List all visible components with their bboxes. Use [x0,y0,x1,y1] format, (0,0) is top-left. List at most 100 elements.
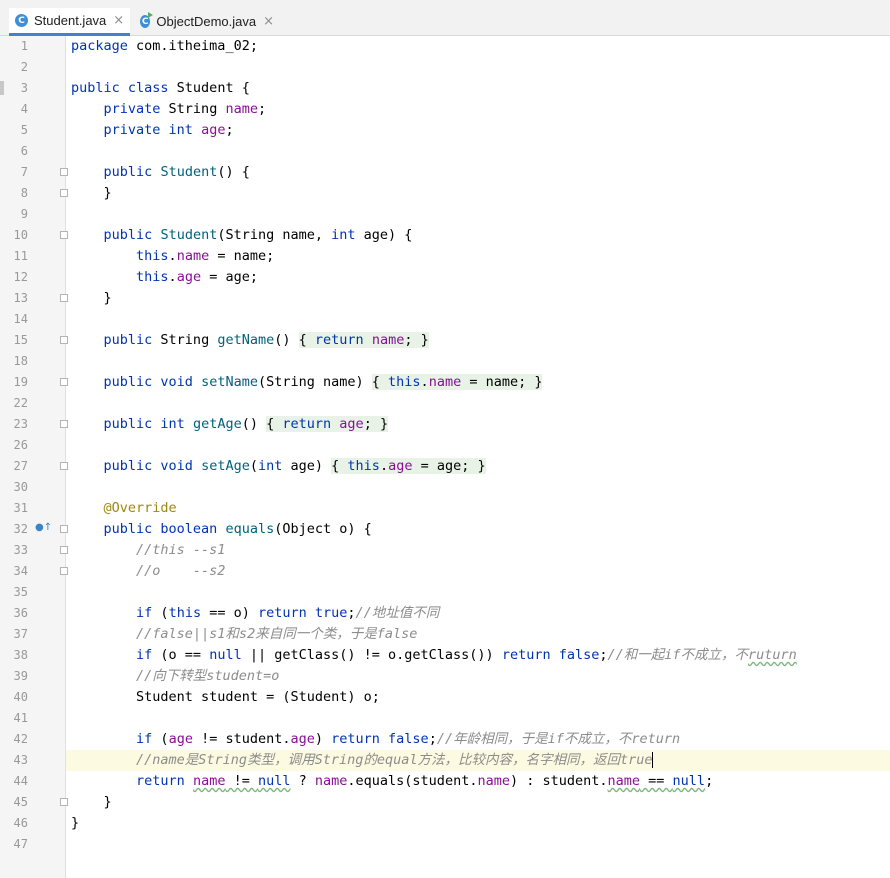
code-line: public class Student { [71,78,890,99]
line-number: 9 [20,207,28,221]
keyword: return false [501,647,600,663]
editor-tab-bar: C Student.java × C ObjectDemo.java × [0,0,890,36]
line-number: 18 [13,354,28,368]
code-text: ; } [363,416,389,432]
fold-marker[interactable] [60,567,68,575]
code-text: () [241,416,267,432]
code-text: Student student = (Student) o; [136,689,380,705]
code-line: public Student() { [71,162,890,183]
keyword: this [136,248,169,264]
code-text: age) [282,458,332,474]
punct: . [379,458,389,474]
line-number: 39 [13,669,28,683]
keyword: public class [71,80,169,96]
comment: //和一起if不成立，不 [607,647,749,663]
field: name [192,773,226,789]
keyword: return [282,416,332,432]
code-text: != student. [192,731,291,747]
code-text: (o == [152,647,210,663]
type: String [160,101,226,117]
fold-expand-marker[interactable] [60,336,68,344]
folded-body[interactable]: { this.name = name; } [371,374,543,390]
keyword: this [168,605,202,621]
line-number: 47 [13,837,28,851]
field: name [477,773,510,789]
fold-marker[interactable] [60,294,68,302]
punct: ; [225,122,234,138]
brace: } [103,794,112,810]
code-line: } [71,792,890,813]
keyword: this [347,458,380,474]
code-line: package com.itheima_02; [71,36,890,57]
keyword: int [257,458,283,474]
keyword: null [257,773,291,789]
code-text: = age; } [412,458,486,474]
code-text: || getClass() != o.getClass()) [241,647,502,663]
line-number: 6 [20,144,28,158]
code-line: } [71,288,890,309]
close-tab-icon[interactable]: × [263,14,274,29]
line-number: 46 [13,816,28,830]
fold-marker[interactable] [60,189,68,197]
code-line: if (this == o) return true;//地址值不同 [71,603,890,624]
line-number: 7 [20,165,28,179]
line-number: 23 [13,417,28,431]
fold-marker[interactable] [60,546,68,554]
fold-marker[interactable] [60,168,68,176]
code-line: if (o == null || getClass() != o.getClas… [71,645,890,666]
line-number: 31 [13,501,28,515]
line-number: 4 [20,102,28,116]
class-icon: C [15,14,28,27]
tab-label: Student.java [34,13,107,28]
fold-expand-marker[interactable] [60,378,68,386]
folded-body[interactable]: { this.age = age; } [331,458,486,474]
code-text: (String name, [217,227,332,243]
line-number: 35 [13,585,28,599]
keyword: public void [103,374,193,390]
field: name [225,101,258,117]
line-number: 5 [20,123,28,137]
line-number: 3 [20,81,28,95]
punct: ; [428,731,437,747]
keyword: int [331,227,356,243]
punct: . [420,374,429,390]
punct: ; [347,605,356,621]
close-tab-icon[interactable]: × [113,13,124,28]
code-text: ) : student. [509,773,608,789]
fold-expand-marker[interactable] [60,420,68,428]
fold-expand-marker[interactable] [60,462,68,470]
code-text: = age; [201,269,258,285]
line-number: 13 [13,291,28,305]
keyword: return true [257,605,348,621]
comment: //向下转型student=o [136,668,280,684]
folded-body[interactable]: { return name; } [298,332,429,348]
code-text: == [640,773,673,789]
line-number: 1 [20,39,28,53]
tab-student-java[interactable]: C Student.java × [9,8,130,36]
fold-marker[interactable] [60,525,68,533]
line-number: 11 [13,249,28,263]
code-line: if (age != student.age) return false;//年… [71,729,890,750]
code-text: age) { [355,227,413,243]
code-line: @Override [71,498,890,519]
code-text: () { [217,164,250,180]
field: age [388,458,413,474]
keyword: if [136,647,153,663]
code-editor[interactable]: package com.itheima_02; public class Stu… [66,36,890,878]
tab-objectdemo-java[interactable]: C ObjectDemo.java × [134,8,274,35]
fold-marker[interactable] [60,231,68,239]
line-number: 40 [13,690,28,704]
folded-body[interactable]: { return age; } [266,416,389,432]
override-method-icon[interactable]: ●↑ [35,522,52,534]
field: age [339,416,364,432]
line-number: 12 [13,270,28,284]
keyword: private int [103,122,193,138]
line-number: 8 [20,186,28,200]
fold-marker[interactable] [60,798,68,806]
line-number: 14 [13,312,28,326]
comment: //地址值不同 [355,605,440,621]
code-text: = name; [209,248,275,264]
